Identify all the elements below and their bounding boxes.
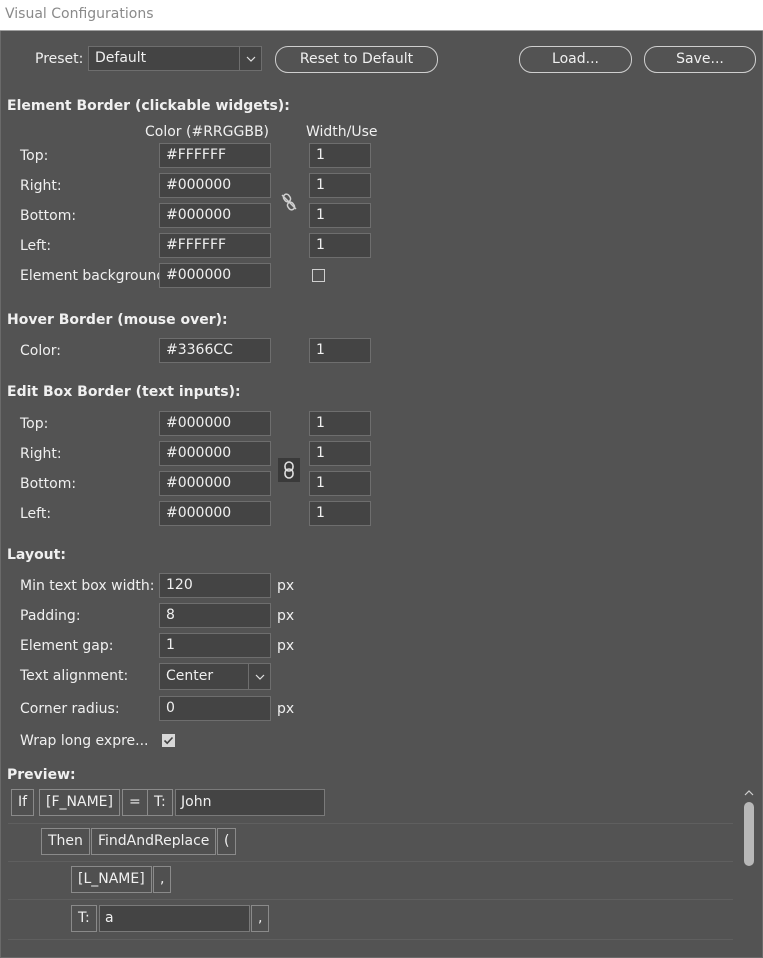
- chevron-down-icon[interactable]: [239, 47, 261, 70]
- preview-paren-token[interactable]: (: [217, 828, 237, 855]
- edit-border-right-label: Right:: [20, 446, 62, 462]
- checkmark-icon: [163, 736, 174, 745]
- padding-label: Padding:: [20, 608, 81, 624]
- text-alignment-value: Center: [166, 668, 214, 684]
- element-border-top-color[interactable]: #FFFFFF: [159, 143, 271, 168]
- corner-radius-label: Corner radius:: [20, 701, 120, 717]
- preview-function-token[interactable]: FindAndReplace: [91, 828, 217, 855]
- hover-border-color[interactable]: #3366CC: [159, 338, 271, 363]
- scroll-up-icon[interactable]: [742, 787, 756, 799]
- dialog-frame: [0, 31, 763, 958]
- element-gap-unit: px: [277, 638, 295, 654]
- element-border-right-width[interactable]: 1: [309, 173, 371, 198]
- preset-value: Default: [95, 50, 147, 66]
- preset-dropdown[interactable]: Default: [88, 46, 262, 71]
- min-width-label: Min text box width:: [20, 578, 155, 594]
- preview-then-token[interactable]: Then: [41, 828, 90, 855]
- preview-if-token[interactable]: If: [11, 789, 35, 816]
- preview-type-token-2[interactable]: T:: [71, 905, 97, 932]
- preview-fname-token[interactable]: [F_NAME]: [39, 789, 120, 816]
- hover-border-heading: Hover Border (mouse over):: [7, 312, 228, 328]
- element-border-top-label: Top:: [20, 148, 49, 164]
- element-border-left-width[interactable]: 1: [309, 233, 371, 258]
- save-button[interactable]: Save...: [644, 46, 756, 73]
- edit-border-bottom-label: Bottom:: [20, 476, 77, 492]
- title-bar: Visual Configurations: [0, 0, 763, 31]
- width-column-header: Width/Use: [306, 124, 378, 140]
- edit-border-left-label: Left:: [20, 506, 52, 522]
- corner-radius-input[interactable]: 0: [159, 696, 271, 721]
- preview-row-divider: [8, 939, 733, 940]
- min-width-input[interactable]: 120: [159, 573, 271, 598]
- element-border-right-label: Right:: [20, 178, 62, 194]
- preview-comma-token[interactable]: ,: [153, 866, 172, 893]
- element-background-use-checkbox[interactable]: [312, 269, 325, 282]
- element-border-left-label: Left:: [20, 238, 52, 254]
- edit-border-right-color[interactable]: #000000: [159, 441, 271, 466]
- padding-unit: px: [277, 608, 295, 624]
- scrollbar-thumb[interactable]: [744, 802, 754, 866]
- preview-lname-token[interactable]: [L_NAME]: [71, 866, 152, 893]
- hover-border-width[interactable]: 1: [309, 338, 371, 363]
- padding-input[interactable]: 8: [159, 603, 271, 628]
- edit-box-border-heading: Edit Box Border (text inputs):: [7, 384, 241, 400]
- preview-scrollbar[interactable]: [742, 786, 756, 958]
- preview-row-divider: [8, 823, 733, 824]
- preview-equals-token[interactable]: =: [122, 789, 148, 816]
- element-border-bottom-color[interactable]: #000000: [159, 203, 271, 228]
- element-border-left-color[interactable]: #FFFFFF: [159, 233, 271, 258]
- element-gap-input[interactable]: 1: [159, 633, 271, 658]
- element-border-bottom-width[interactable]: 1: [309, 203, 371, 228]
- window-title: Visual Configurations: [5, 6, 154, 22]
- linked-chain-icon[interactable]: [278, 458, 300, 482]
- preview-john-input[interactable]: John: [175, 789, 325, 816]
- element-background-label: Element background: [20, 268, 166, 284]
- edit-border-top-label: Top:: [20, 416, 49, 432]
- edit-border-right-width[interactable]: 1: [309, 441, 371, 466]
- element-border-bottom-label: Bottom:: [20, 208, 77, 224]
- color-column-header: Color (#RRGGBB): [145, 124, 270, 140]
- wrap-checkbox[interactable]: [162, 734, 175, 747]
- edit-border-left-width[interactable]: 1: [309, 501, 371, 526]
- element-gap-label: Element gap:: [20, 638, 114, 654]
- element-background-color[interactable]: #000000: [159, 263, 271, 288]
- corner-radius-unit: px: [277, 701, 295, 717]
- element-border-right-color[interactable]: #000000: [159, 173, 271, 198]
- preview-comma-token-2[interactable]: ,: [251, 905, 270, 932]
- text-alignment-dropdown[interactable]: Center: [159, 663, 271, 690]
- preview-row-divider: [8, 899, 733, 900]
- edit-border-top-width[interactable]: 1: [309, 411, 371, 436]
- element-border-heading: Element Border (clickable widgets):: [7, 98, 290, 114]
- edit-border-top-color[interactable]: #000000: [159, 411, 271, 436]
- edit-border-left-color[interactable]: #000000: [159, 501, 271, 526]
- preview-type-token[interactable]: T:: [147, 789, 173, 816]
- wrap-label: Wrap long expre...: [20, 733, 149, 749]
- min-width-unit: px: [277, 578, 295, 594]
- text-alignment-label: Text alignment:: [20, 668, 129, 684]
- preset-label: Preset:: [35, 51, 84, 67]
- edit-border-bottom-width[interactable]: 1: [309, 471, 371, 496]
- reset-to-default-button[interactable]: Reset to Default: [275, 46, 438, 73]
- edit-border-bottom-color[interactable]: #000000: [159, 471, 271, 496]
- unlinked-chain-icon[interactable]: [278, 191, 300, 213]
- chevron-down-icon[interactable]: [248, 664, 270, 689]
- element-border-top-width[interactable]: 1: [309, 143, 371, 168]
- hover-color-label: Color:: [20, 343, 62, 359]
- load-button[interactable]: Load...: [519, 46, 632, 73]
- preview-heading: Preview:: [7, 767, 76, 783]
- preview-a-input[interactable]: a: [99, 905, 250, 932]
- preview-row-divider: [8, 861, 733, 862]
- layout-heading: Layout:: [7, 547, 66, 563]
